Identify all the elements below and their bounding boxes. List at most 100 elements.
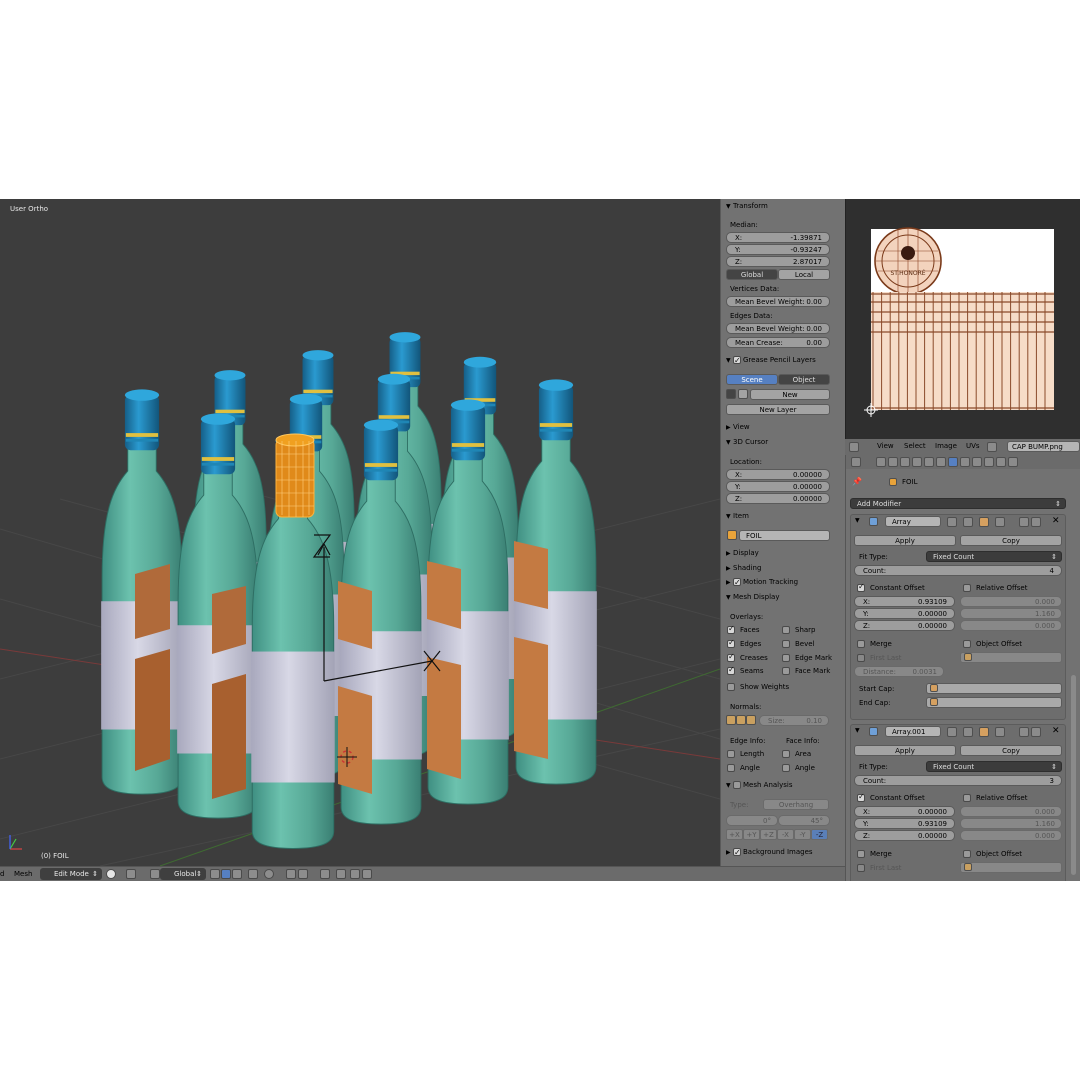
add-modifier-dropdown[interactable]: Add Modifier ⇕ [850,498,1066,509]
viewport-shading-icon[interactable] [106,869,116,879]
axis-plus-y[interactable]: +Y [743,829,760,840]
screenshot-icon[interactable] [362,869,372,879]
analysis-type-dropdown[interactable]: Overhang [763,799,829,810]
pin-icon[interactable]: 📌 [852,477,862,486]
mean-crease-field[interactable]: Mean Crease: 0.00 [726,337,830,348]
offset-object-field[interactable] [960,862,1062,873]
apply-button[interactable]: Apply [854,745,956,756]
move-down-icon[interactable] [1031,727,1041,737]
cursor-y-field[interactable]: Y: 0.00000 [726,481,830,492]
orientation-dropdown[interactable]: Global ⇕ [160,868,206,880]
uv-view-menu[interactable]: View [877,442,894,450]
scene-tab-icon[interactable] [900,457,910,467]
uv-image-editor[interactable]: ST.HONORÉ [845,199,1080,439]
median-y-field[interactable]: Y: -0.93247 [726,244,830,255]
face-mark-checkbox[interactable] [782,667,790,675]
copy-button[interactable]: Copy [960,745,1062,756]
seams-checkbox[interactable] [727,665,735,675]
viewport-toggle-icon[interactable] [963,517,973,527]
constant-x-field[interactable]: X: 0.93109 [854,596,955,607]
constant-x-field[interactable]: X: 0.00000 [854,806,955,817]
transform-panel-header[interactable]: ▼ Transform [723,200,835,213]
item-panel-header[interactable]: ▼ Item [723,510,835,523]
object-name-field[interactable]: FOIL [739,530,830,541]
median-z-field[interactable]: Z: 2.87017 [726,256,830,267]
move-down-icon[interactable] [1031,517,1041,527]
mode-dropdown[interactable]: Edit Mode ⇕ [40,868,102,880]
analysis-max-field[interactable]: 45° [778,815,830,826]
count-field[interactable]: Count: 3 [854,775,1062,786]
edge-select-icon[interactable] [221,869,231,879]
constant-z-field[interactable]: Z: 0.00000 [854,620,955,631]
edge-bevel-weight-field[interactable]: Mean Bevel Weight: 0.00 [726,323,830,334]
grease-scene-toggle[interactable]: Scene [726,374,778,385]
uv-select-menu[interactable]: Select [904,442,926,450]
shading-panel-header[interactable]: ▶ Shading [723,562,835,575]
axis-plus-z[interactable]: +Z [760,829,777,840]
occlude-icon[interactable] [248,869,258,879]
grease-pencil-checkbox[interactable] [733,354,741,367]
bevel-checkbox[interactable] [782,640,790,648]
proportional-edit-icon[interactable] [264,869,274,879]
uv-image-menu[interactable]: Image [935,442,957,450]
collapse-icon[interactable]: ▼ [855,727,860,734]
faces-checkbox[interactable] [727,624,735,634]
count-field[interactable]: Count: 4 [854,565,1062,576]
physics-tab-icon[interactable] [1008,457,1018,467]
background-images-panel-header[interactable]: ▶Background Images [723,846,835,859]
normal-size-field[interactable]: Size: 0.10 [759,715,829,726]
properties-scrollbar[interactable] [1071,675,1076,875]
collapse-icon[interactable]: ▼ [855,517,860,524]
manipulator-icon[interactable] [150,869,160,879]
face-normals-icon[interactable] [746,715,756,725]
relative-z-field[interactable]: 0.000 [960,830,1062,841]
3d-viewport[interactable]: User Ortho (0) FOIL [0,199,720,866]
cursor-x-field[interactable]: X: 0.00000 [726,469,830,480]
axis-minus-z[interactable]: -Z [811,829,828,840]
constraints-tab-icon[interactable] [936,457,946,467]
cursor-z-field[interactable]: Z: 0.00000 [726,493,830,504]
image-name-field[interactable]: CAP BUMP.png [1007,441,1080,452]
snap-element-icon[interactable] [298,869,308,879]
mesh-display-panel-header[interactable]: ▼ Mesh Display [723,591,835,604]
median-x-field[interactable]: X: -1.39871 [726,232,830,243]
constant-z-field[interactable]: Z: 0.00000 [854,830,955,841]
object-offset-checkbox[interactable] [963,850,971,858]
background-images-checkbox[interactable] [733,846,741,859]
display-panel-header[interactable]: ▶ Display [723,547,835,560]
move-up-icon[interactable] [1019,727,1029,737]
analysis-min-field[interactable]: 0° [726,815,778,826]
merge-checkbox[interactable] [857,640,865,648]
global-toggle[interactable]: Global [726,269,778,280]
creases-checkbox[interactable] [727,652,735,662]
render-tab-icon[interactable] [876,457,886,467]
texture-tab-icon[interactable] [984,457,994,467]
first-last-checkbox[interactable] [857,864,865,872]
pivot-icon[interactable] [126,869,136,879]
edge-angle-checkbox[interactable] [727,764,735,772]
add-icon[interactable] [738,389,748,399]
editor-type-icon[interactable] [851,457,861,467]
relative-offset-checkbox[interactable] [963,794,971,802]
constant-y-field[interactable]: Y: 0.93109 [854,818,955,829]
first-last-checkbox[interactable] [857,654,865,662]
world-tab-icon[interactable] [912,457,922,467]
start-cap-field[interactable] [926,683,1062,694]
grease-object-toggle[interactable]: Object [778,374,830,385]
relative-offset-checkbox[interactable] [963,584,971,592]
modifier-name-field[interactable]: Array.001 [885,726,941,737]
constant-offset-checkbox[interactable] [857,582,865,592]
merge-distance-field[interactable]: Distance: 0.0031 [854,666,944,677]
render-toggle-icon[interactable] [947,517,957,527]
constant-offset-checkbox[interactable] [857,792,865,802]
modifier-name-field[interactable]: Array [885,516,941,527]
particles-tab-icon[interactable] [996,457,1006,467]
object-tab-icon[interactable] [924,457,934,467]
edge-mark-checkbox[interactable] [782,654,790,662]
modifiers-tab-icon[interactable] [948,457,958,467]
mesh-menu[interactable]: Mesh [14,869,32,880]
relative-y-field[interactable]: 1.160 [960,818,1062,829]
object-offset-checkbox[interactable] [963,640,971,648]
image-browse-icon[interactable] [987,442,997,452]
motion-tracking-panel-header[interactable]: ▶Motion Tracking [723,576,835,589]
